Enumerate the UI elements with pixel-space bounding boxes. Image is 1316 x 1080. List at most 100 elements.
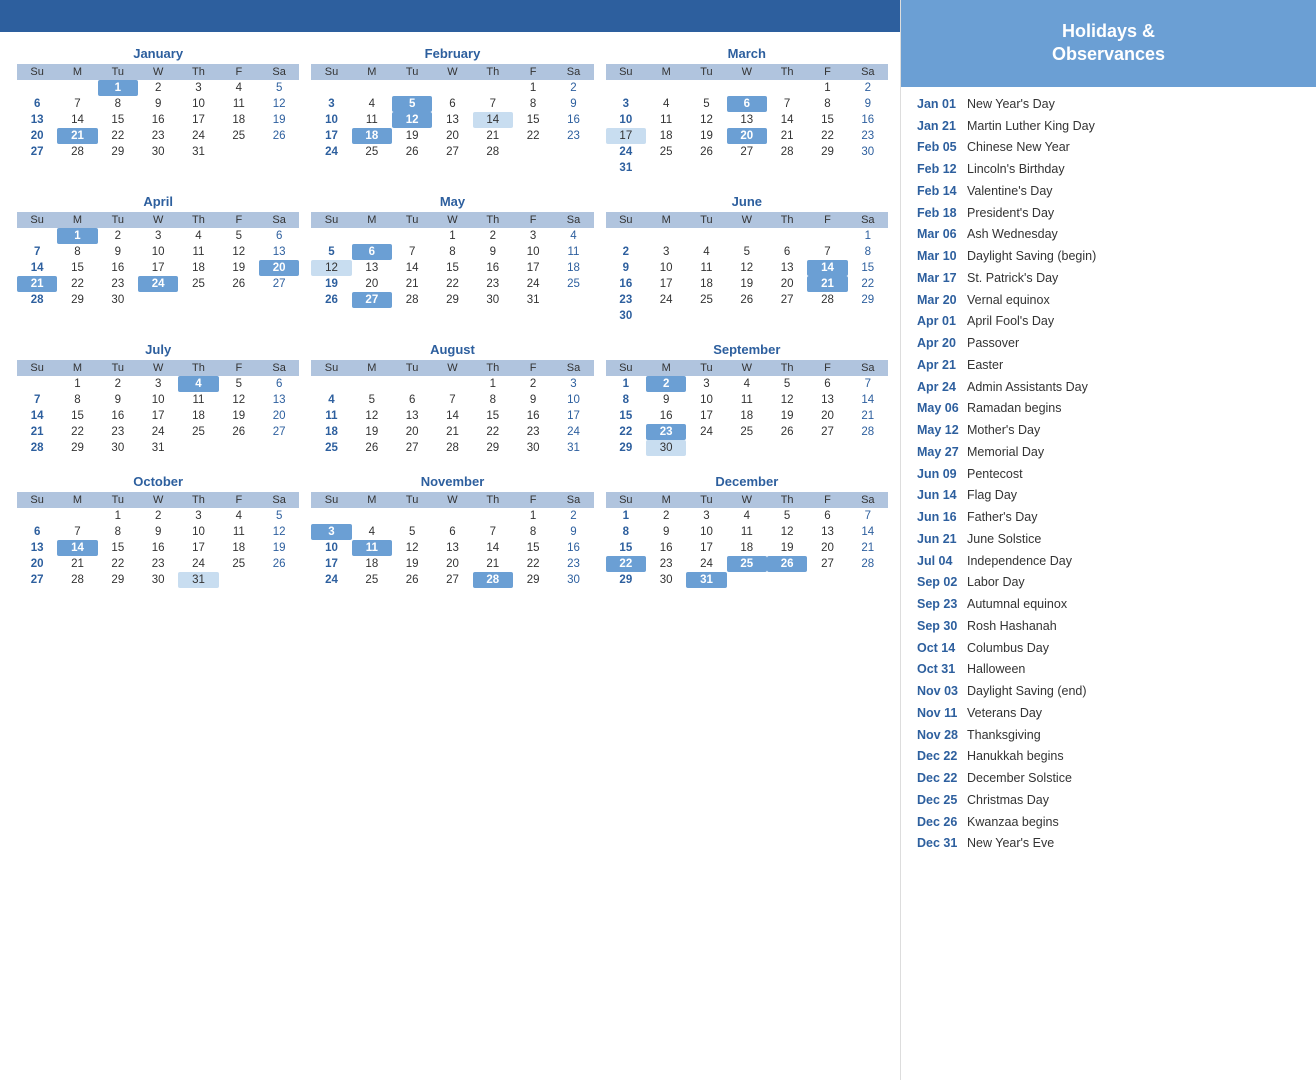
- calendar-day: 4: [727, 376, 767, 392]
- holiday-date: Apr 21: [917, 356, 967, 375]
- calendar-day: 19: [259, 112, 299, 128]
- calendar-day: 29: [606, 572, 646, 588]
- calendar-day: 15: [57, 260, 97, 276]
- calendar-day: 27: [17, 144, 57, 160]
- holiday-item: Feb 12Lincoln's Birthday: [917, 160, 1304, 179]
- calendar-day: 1: [606, 376, 646, 392]
- calendar-day: [259, 144, 299, 160]
- calendar-day: 4: [352, 96, 392, 112]
- calendar-day: 24: [646, 292, 686, 308]
- day-header: Sa: [259, 360, 299, 376]
- holiday-item: Jan 21Martin Luther King Day: [917, 117, 1304, 136]
- calendar-day: 22: [98, 128, 138, 144]
- calendar-day: 6: [767, 244, 807, 260]
- calendar-day: 25: [727, 424, 767, 440]
- calendar-day: 10: [311, 112, 351, 128]
- calendar-day: 11: [219, 96, 259, 112]
- calendar-day: [392, 228, 432, 244]
- calendar-day: 23: [98, 424, 138, 440]
- calendar-day: 31: [513, 292, 553, 308]
- calendar-day: 23: [473, 276, 513, 292]
- holiday-name: Halloween: [967, 660, 1025, 679]
- calendar-day: 2: [98, 228, 138, 244]
- calendar-day: 18: [219, 112, 259, 128]
- day-header: Th: [178, 492, 218, 508]
- calendar-day: 20: [259, 408, 299, 424]
- calendar-day: [646, 228, 686, 244]
- month-april: AprilSuMTuWThFSa123456789101112131415161…: [15, 190, 301, 328]
- calendar-day: [352, 228, 392, 244]
- calendar-day: 7: [57, 96, 97, 112]
- calendar-day: 11: [311, 408, 351, 424]
- calendar-day: 20: [807, 540, 847, 556]
- holiday-item: Oct 31Halloween: [917, 660, 1304, 679]
- calendar-day: 11: [686, 260, 726, 276]
- month-table: SuMTuWThFSa12345678910111213141516171819…: [17, 64, 299, 160]
- calendar-day: 7: [473, 96, 513, 112]
- month-title: October: [17, 474, 299, 489]
- calendar-day: 30: [138, 572, 178, 588]
- calendar-day: [848, 572, 888, 588]
- calendar-day: 10: [686, 524, 726, 540]
- calendar-day: 19: [767, 540, 807, 556]
- calendar-day: 7: [392, 244, 432, 260]
- calendar-day: 17: [138, 260, 178, 276]
- calendar-day: 23: [553, 556, 593, 572]
- holiday-name: Labor Day: [967, 573, 1025, 592]
- calendar-day: 11: [352, 540, 392, 556]
- calendar-day: 30: [646, 440, 686, 456]
- day-header: M: [57, 360, 97, 376]
- day-header: M: [646, 64, 686, 80]
- calendar-day: [219, 292, 259, 308]
- calendar-day: 22: [57, 276, 97, 292]
- calendar-day: 12: [259, 96, 299, 112]
- calendar-day: 18: [686, 276, 726, 292]
- day-header: W: [138, 492, 178, 508]
- calendar-day: 20: [727, 128, 767, 144]
- calendar-day: 22: [513, 128, 553, 144]
- calendar-day: [311, 228, 351, 244]
- day-header: Su: [606, 492, 646, 508]
- calendar-day: 28: [17, 440, 57, 456]
- calendar-day: 15: [98, 540, 138, 556]
- holiday-name: Hanukkah begins: [967, 747, 1064, 766]
- calendar-day: 2: [473, 228, 513, 244]
- holiday-name: Chinese New Year: [967, 138, 1070, 157]
- calendar-day: 8: [57, 244, 97, 260]
- calendar-day: 7: [767, 96, 807, 112]
- month-title: February: [311, 46, 593, 61]
- calendar-day: [686, 160, 726, 176]
- day-header: Th: [767, 212, 807, 228]
- calendar-day: [392, 508, 432, 524]
- calendar-day: 9: [646, 524, 686, 540]
- calendar-day: 23: [646, 424, 686, 440]
- month-december: DecemberSuMTuWThFSa123456789101112131415…: [604, 470, 890, 592]
- calendar-day: 1: [473, 376, 513, 392]
- calendar-day: [848, 160, 888, 176]
- calendar-day: 5: [686, 96, 726, 112]
- calendar-day: 16: [138, 112, 178, 128]
- day-header: Tu: [98, 360, 138, 376]
- calendar-day: 1: [432, 228, 472, 244]
- calendar-day: 23: [646, 556, 686, 572]
- calendar-day: 30: [553, 572, 593, 588]
- day-header: Th: [473, 492, 513, 508]
- holiday-date: Nov 11: [917, 704, 967, 723]
- calendar-day: 5: [311, 244, 351, 260]
- calendar-day: 18: [311, 424, 351, 440]
- day-header: Sa: [848, 212, 888, 228]
- month-september: SeptemberSuMTuWThFSa12345678910111213141…: [604, 338, 890, 460]
- day-header: Sa: [848, 64, 888, 80]
- calendar-day: 19: [219, 260, 259, 276]
- calendar-day: 19: [727, 276, 767, 292]
- calendar-day: 28: [432, 440, 472, 456]
- month-august: AugustSuMTuWThFSa12345678910111213141516…: [309, 338, 595, 460]
- calendar-day: 25: [352, 144, 392, 160]
- calendar-day: 21: [473, 128, 513, 144]
- calendar-day: 29: [513, 572, 553, 588]
- calendar-day: [767, 308, 807, 324]
- calendar-day: 9: [473, 244, 513, 260]
- calendar-day: 28: [767, 144, 807, 160]
- holiday-item: Jan 01New Year's Day: [917, 95, 1304, 114]
- day-header: W: [727, 64, 767, 80]
